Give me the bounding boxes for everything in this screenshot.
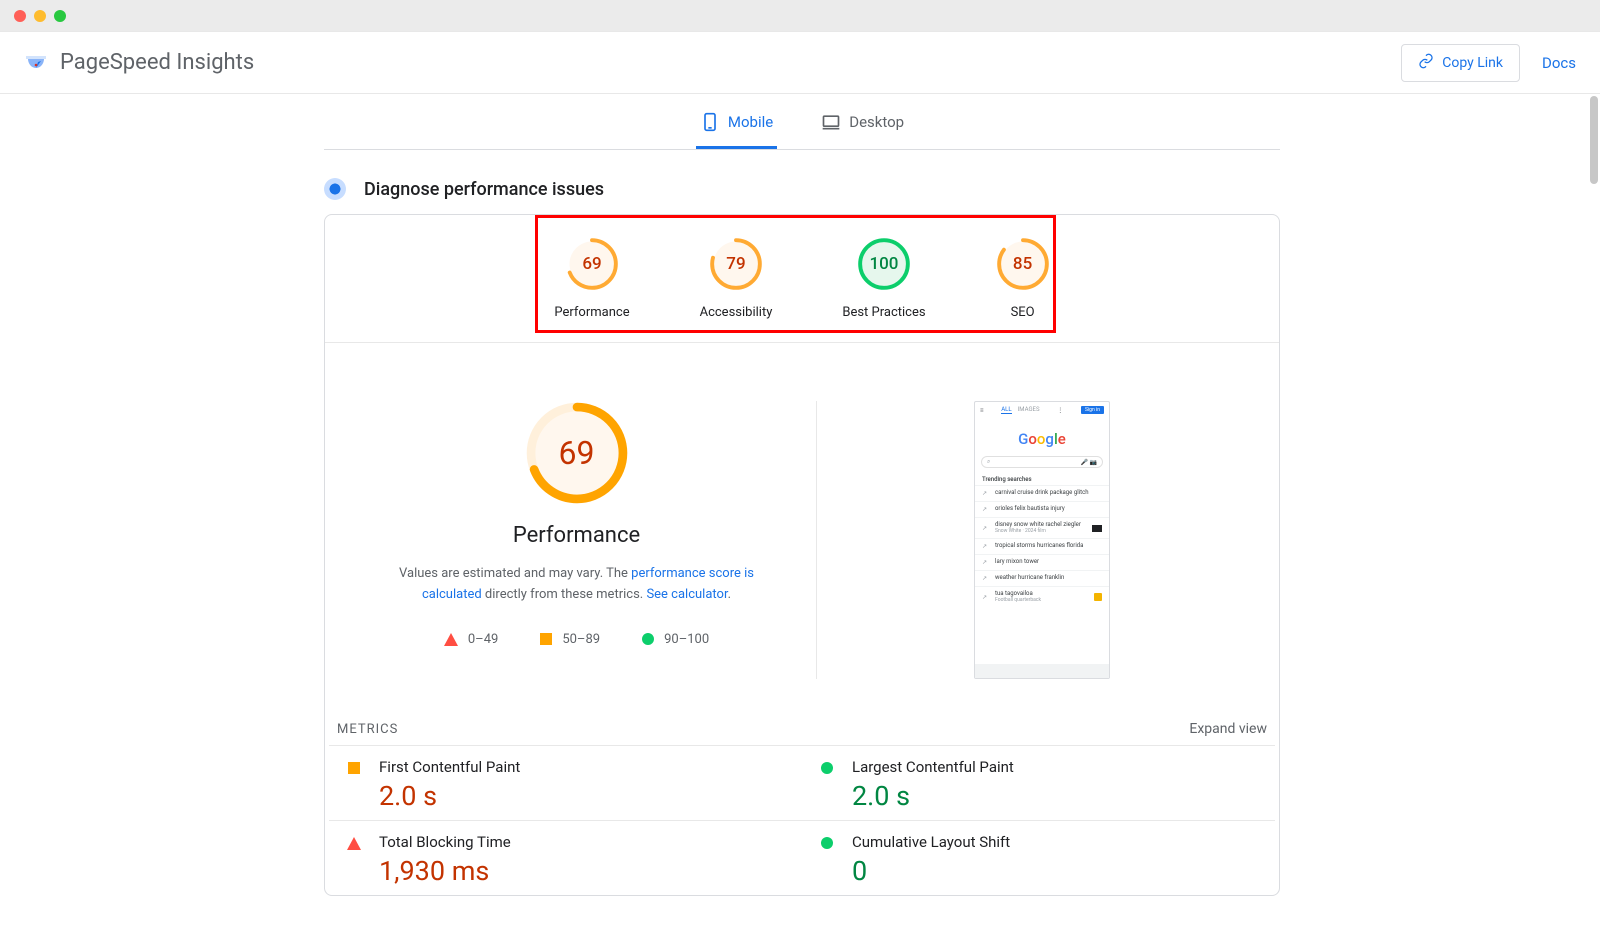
device-tabs: Mobile Desktop [324,100,1280,150]
gauge-accessibility[interactable]: 79Accessibility [700,237,773,320]
app-title: PageSpeed Insights [60,50,254,75]
section-title: Diagnose performance issues [364,179,604,200]
metrics-grid: First Contentful Paint2.0 sLargest Conte… [325,745,1279,895]
big-gauge-score: 69 [525,401,629,505]
see-calculator-link[interactable]: See calculator [646,587,727,602]
big-gauge-label: Performance [513,523,640,548]
gauge-row: 69Performance 79Accessibility 100Best Prac… [325,215,1279,343]
gauge-performance[interactable]: 69Performance [554,237,629,320]
mobile-icon [700,112,720,132]
desktop-icon [821,112,841,132]
triangle-icon [347,837,361,850]
circle-icon [821,762,833,774]
docs-link[interactable]: Docs [1542,54,1576,72]
copy-link-button[interactable]: Copy Link [1401,44,1520,82]
metric-total-blocking-time: Total Blocking Time1,930 ms [329,820,802,895]
triangle-icon [444,633,458,646]
performance-summary: 69 Performance Values are estimated and … [337,401,817,679]
score-legend: 0–49 50–89 90–100 [444,632,709,647]
tab-mobile-label: Mobile [728,113,773,131]
circle-icon [642,633,654,645]
close-window-dot[interactable] [14,10,26,22]
diagnose-bullet-icon [324,178,346,200]
screenshot-thumbnail[interactable]: ≡ ALLIMAGES ⋮ Sign in Google ⌕🎤 📷 Trendi… [974,401,1110,679]
big-gauge-performance: 69 [525,401,629,505]
window-chrome [0,0,1600,32]
square-icon [540,633,552,645]
section-heading: Diagnose performance issues [324,178,1280,200]
zoom-window-dot[interactable] [54,10,66,22]
gauge-seo[interactable]: 85SEO [996,237,1050,320]
link-icon [1418,53,1434,73]
pagespeed-logo-icon [24,51,48,75]
square-icon [348,762,360,774]
expand-view-toggle[interactable]: Expand view [1189,721,1267,737]
copy-link-label: Copy Link [1442,55,1503,71]
metric-cumulative-layout-shift: Cumulative Layout Shift0 [802,820,1275,895]
gauge-best-practices[interactable]: 100Best Practices [842,237,925,320]
app-header: PageSpeed Insights Copy Link Docs [0,32,1600,94]
scrollbar-thumb[interactable] [1590,96,1598,184]
performance-description: Values are estimated and may vary. The p… [377,564,777,606]
tab-desktop[interactable]: Desktop [817,100,908,149]
results-card: 69Performance79Accessibility100Best Prac… [324,214,1280,896]
metric-largest-contentful-paint: Largest Contentful Paint2.0 s [802,745,1275,820]
circle-icon [821,837,833,849]
tab-desktop-label: Desktop [849,113,904,131]
metric-first-contentful-paint: First Contentful Paint2.0 s [329,745,802,820]
tab-mobile[interactable]: Mobile [696,100,777,149]
minimize-window-dot[interactable] [34,10,46,22]
metrics-heading: METRICS [337,722,398,737]
